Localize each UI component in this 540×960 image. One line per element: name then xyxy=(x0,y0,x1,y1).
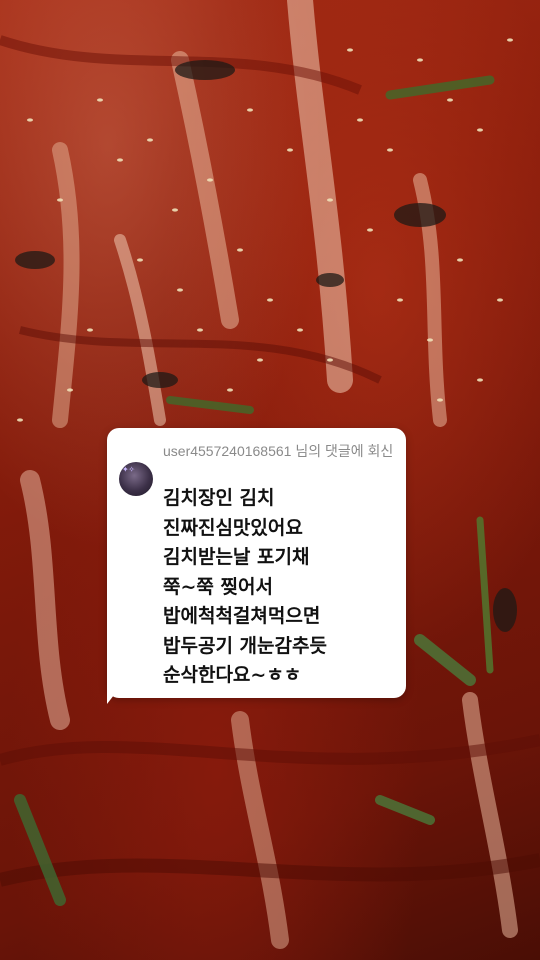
avatar-icon: ✦✧ xyxy=(122,465,135,474)
reply-comment-text: 김치장인 김치 진짜진심맛있어요 김치받는날 포기채 쭉~쭉 찢어서 밥에척척걸… xyxy=(163,484,399,691)
reply-line: 진짜진심맛있어요 xyxy=(163,516,303,539)
reply-line: 밥에척척걸쳐먹으면 xyxy=(163,605,321,627)
user-avatar: ✦✧ xyxy=(119,462,153,496)
reply-line: 순삭한다요~ㅎㅎ xyxy=(163,664,302,686)
reply-line: 김치받는날 포기채 xyxy=(163,546,310,568)
reply-line: 밥두공기 개눈감추듯 xyxy=(163,634,327,657)
reply-header-text: user4557240168561 님의 댓글에 회신 xyxy=(163,443,394,459)
kimchi-photo-background: user4557240168561 님의 댓글에 회신 ✦✧ 김치장인 김치 진… xyxy=(0,0,540,960)
reply-line: 쭉~쭉 찢어서 xyxy=(163,575,273,598)
comment-reply-card[interactable]: user4557240168561 님의 댓글에 회신 ✦✧ 김치장인 김치 진… xyxy=(107,428,406,698)
reply-card-tail xyxy=(107,686,121,704)
reply-line: 김치장인 김치 xyxy=(163,487,275,509)
